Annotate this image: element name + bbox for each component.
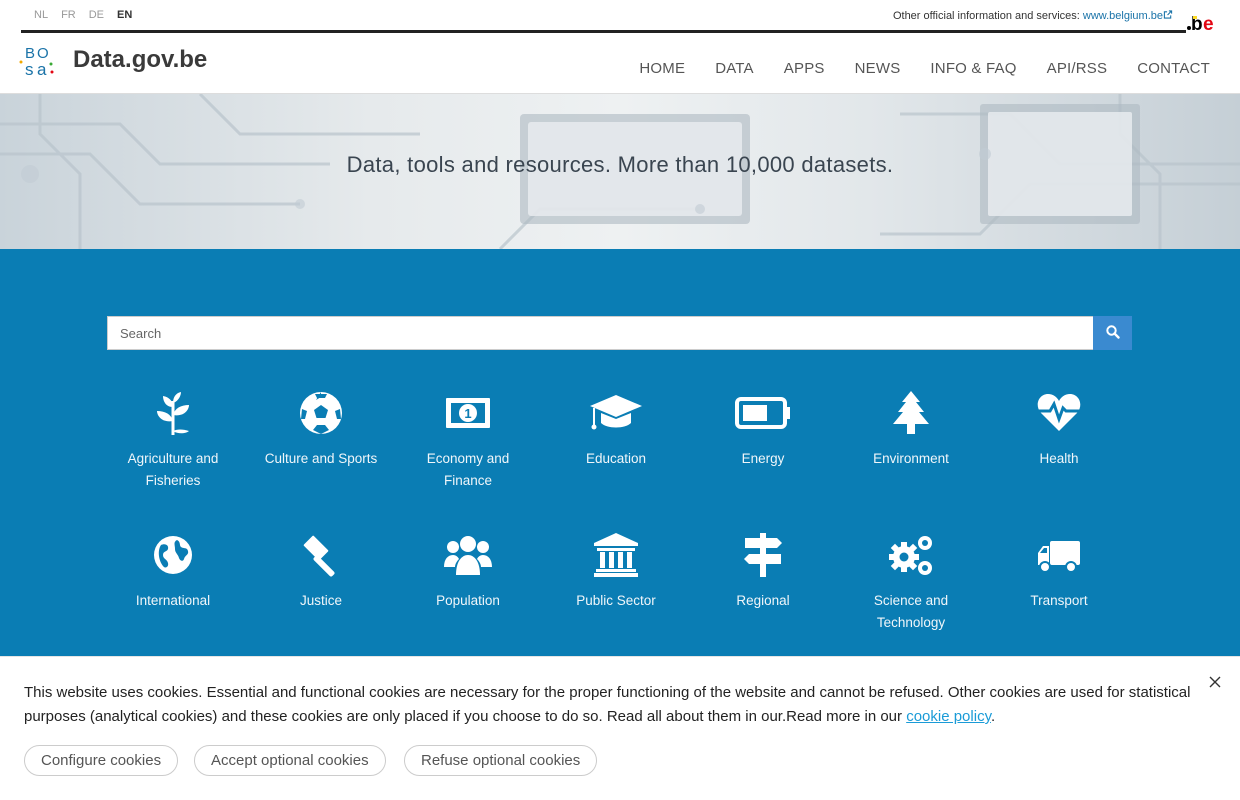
search-button[interactable] (1093, 316, 1132, 350)
category-international[interactable]: International (108, 533, 238, 612)
category-justice[interactable]: Justice (256, 533, 386, 612)
category-label: Education (585, 451, 647, 466)
graduation-cap-icon (551, 391, 681, 435)
language-switcher: NL FR DE EN (34, 9, 145, 21)
banknote-icon: 1 (403, 391, 533, 435)
cookie-message: This website uses cookies. Essential and… (24, 681, 1209, 729)
official-info: Other official information and services:… (893, 10, 1173, 22)
cookie-message-text: This website uses cookies. Essential and… (24, 684, 1191, 725)
soccer-ball-icon (256, 391, 386, 435)
category-label: Environment (873, 451, 949, 466)
nav-contact[interactable]: CONTACT (1137, 60, 1210, 77)
site-header: B O s a Data.gov.be HOME DATA APPS NEWS … (0, 33, 1240, 94)
nav-apps[interactable]: APPS (784, 60, 825, 77)
institution-icon (551, 533, 681, 577)
hero-banner: Data, tools and resources. More than 10,… (0, 94, 1240, 249)
battery-icon (698, 391, 828, 435)
heartbeat-icon (994, 391, 1124, 435)
category-label: Regional (736, 593, 790, 608)
category-label: Justice (299, 593, 343, 608)
hero-tagline: Data, tools and resources. More than 10,… (346, 152, 894, 177)
category-label: Energy (741, 451, 785, 466)
cookie-banner: This website uses cookies. Essential and… (0, 656, 1240, 800)
belgium-link[interactable]: www.belgium.be (1083, 10, 1163, 22)
search-icon (1105, 324, 1120, 342)
svg-text:s: s (25, 60, 34, 78)
svg-text:a: a (37, 60, 47, 78)
nav-data[interactable]: DATA (715, 60, 754, 77)
category-label: Public Sector (576, 593, 656, 608)
svg-text:e: e (1203, 14, 1214, 35)
signpost-icon (698, 533, 828, 577)
accept-cookies-button[interactable]: Accept optional cookies (194, 745, 386, 776)
lang-nl[interactable]: NL (34, 9, 48, 21)
cookie-policy-link[interactable]: cookie policy (906, 708, 991, 725)
category-transport[interactable]: Transport (994, 533, 1124, 612)
external-link-icon (1163, 10, 1173, 21)
nav-info-faq[interactable]: INFO & FAQ (930, 60, 1016, 77)
nav-home[interactable]: HOME (639, 60, 685, 77)
leaf-icon (108, 391, 238, 435)
nav-api-rss[interactable]: API/RSS (1047, 60, 1108, 77)
lang-de[interactable]: DE (89, 9, 104, 21)
category-culture-sports[interactable]: Culture and Sports (256, 391, 386, 470)
gavel-icon (256, 533, 386, 577)
close-icon[interactable] (1208, 675, 1222, 689)
category-label: Population (436, 593, 500, 608)
category-economy-finance[interactable]: 1 Economy and Finance (403, 391, 533, 492)
official-info-label: Other official information and services: (892, 10, 1080, 22)
nav-news[interactable]: NEWS (855, 60, 901, 77)
tree-icon (846, 391, 976, 435)
category-science-technology[interactable]: Science and Technology (846, 533, 976, 634)
category-label: Agriculture and Fisheries (127, 451, 219, 488)
truck-icon (994, 533, 1124, 577)
category-label: Transport (1030, 593, 1088, 608)
cookie-message-end: . (990, 708, 996, 725)
category-label: Culture and Sports (264, 451, 378, 466)
category-education[interactable]: Education (551, 391, 681, 470)
configure-cookies-button[interactable]: Configure cookies (24, 745, 179, 776)
category-energy[interactable]: Energy (698, 391, 828, 470)
lang-en[interactable]: EN (117, 9, 132, 21)
category-public-sector[interactable]: Public Sector (551, 533, 681, 612)
category-health[interactable]: Health (994, 391, 1124, 470)
refuse-cookies-button[interactable]: Refuse optional cookies (404, 745, 598, 776)
category-label: International (135, 593, 211, 608)
category-population[interactable]: Population (403, 533, 533, 612)
globe-icon (108, 533, 238, 577)
search-bar (107, 316, 1132, 350)
svg-text:1: 1 (464, 406, 471, 421)
category-label: Economy and Finance (426, 451, 510, 488)
category-agriculture[interactable]: Agriculture and Fisheries (108, 391, 238, 492)
category-environment[interactable]: Environment (846, 391, 976, 470)
users-icon (403, 533, 533, 577)
category-label: Science and Technology (873, 593, 949, 630)
bosa-logo[interactable]: B O s a (19, 42, 57, 79)
site-title[interactable]: Data.gov.be (73, 46, 207, 74)
gears-icon (846, 533, 976, 577)
top-bar: NL FR DE EN Other official information a… (0, 0, 1240, 35)
main-nav: HOME DATA APPS NEWS INFO & FAQ API/RSS C… (609, 60, 1210, 77)
belgium-be-logo[interactable]: b e (1186, 9, 1220, 35)
search-input[interactable] (107, 316, 1094, 350)
category-label: Health (1039, 451, 1079, 466)
lang-fr[interactable]: FR (61, 9, 76, 21)
category-regional[interactable]: Regional (698, 533, 828, 612)
